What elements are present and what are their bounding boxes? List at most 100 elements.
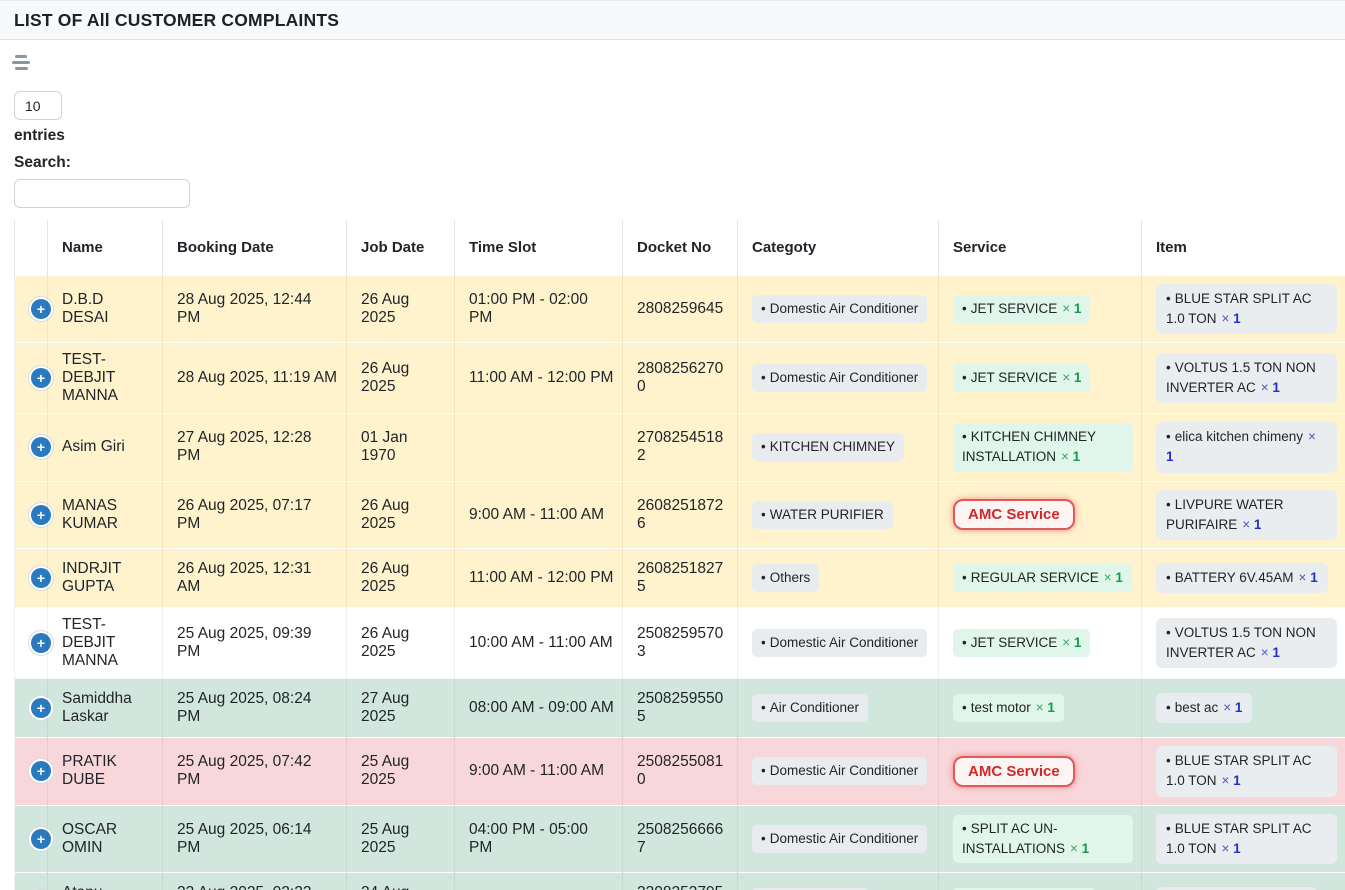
service-badge: •test motor× 1: [953, 694, 1064, 722]
service-cell: •JET SERVICE× 1: [939, 608, 1142, 679]
hamburger-bar: [15, 67, 28, 70]
bullet-icon: •: [962, 370, 967, 385]
expand-cell: +: [15, 738, 48, 806]
job-date-cell: 24 Aug 2025: [347, 873, 455, 890]
item-cell: •BLUE STAR SPLIT AC 1.0 TON× 1: [1142, 738, 1345, 806]
service-count: 1: [1074, 635, 1082, 650]
table-header: Name Booking Date Job Date Time Slot Doc…: [15, 220, 1345, 275]
bullet-icon: •: [1166, 497, 1171, 512]
name-cell: OSCAR OMIN: [48, 805, 163, 873]
category-badge: •KITCHEN CHIMNEY: [752, 433, 904, 461]
name-cell: Atanu Bhowmik: [48, 873, 163, 890]
amc-service-badge: AMC Service: [953, 499, 1075, 530]
bullet-icon: •: [761, 763, 766, 778]
entries-label: entries: [14, 127, 1345, 145]
service-cell: AMC Service: [939, 481, 1142, 549]
item-badge: •BLUE STAR SPLIT AC 1.0 TON× 1: [1156, 746, 1337, 797]
service-cell: •JET SERVICE× 1: [939, 343, 1142, 414]
bullet-icon: •: [962, 700, 967, 715]
category-badge: •Domestic Air Conditioner: [752, 825, 927, 853]
service-cell: •JET SERVICE× 1: [939, 275, 1142, 343]
complaints-table: Name Booking Date Job Date Time Slot Doc…: [14, 220, 1345, 890]
table-row: +Atanu Bhowmik23 Aug 2025, 02:23 PM24 Au…: [15, 873, 1345, 890]
booking-date-cell: 25 Aug 2025, 07:42 PM: [163, 738, 347, 806]
bullet-icon: •: [1166, 291, 1171, 306]
multiply-icon: ×: [1070, 841, 1082, 856]
multiply-icon: ×: [1299, 570, 1311, 585]
job-date-cell: 01 Jan 1970: [347, 414, 455, 482]
bullet-icon: •: [1166, 570, 1171, 585]
service-badge: •JET SERVICE× 1: [953, 364, 1090, 392]
name-cell: TEST-DEBJIT MANNA: [48, 608, 163, 679]
bullet-icon: •: [962, 429, 967, 444]
job-date-cell: 27 Aug 2025: [347, 679, 455, 738]
item-cell: •VOLTUS 1.5 TON NON INVERTER AC× 1: [1142, 343, 1345, 414]
bullet-icon: •: [761, 370, 766, 385]
bullet-icon: •: [1166, 625, 1171, 640]
category-cell: •Domestic Air Conditioner: [738, 275, 939, 343]
booking-date-cell: 25 Aug 2025, 09:39 PM: [163, 608, 347, 679]
service-badge: •JET SERVICE× 1: [953, 629, 1090, 657]
bullet-icon: •: [761, 439, 766, 454]
booking-date-cell: 25 Aug 2025, 08:24 PM: [163, 679, 347, 738]
service-count: 1: [1074, 301, 1082, 316]
hamburger-menu-icon[interactable]: [10, 55, 32, 70]
expand-cell: +: [15, 481, 48, 549]
booking-date-cell: 25 Aug 2025, 06:14 PM: [163, 805, 347, 873]
time-slot-cell: [455, 414, 623, 482]
time-slot-cell: 11:00 AM - 12:00 PM: [455, 873, 623, 890]
header-item[interactable]: Item: [1142, 220, 1345, 275]
bullet-icon: •: [962, 570, 967, 585]
booking-date-cell: 28 Aug 2025, 11:19 AM: [163, 343, 347, 414]
multiply-icon: ×: [1261, 645, 1273, 660]
multiply-icon: ×: [1261, 380, 1273, 395]
table-controls: 10 entries Search:: [14, 91, 1345, 208]
booking-date-cell: 26 Aug 2025, 12:31 AM: [163, 549, 347, 608]
bullet-icon: •: [962, 635, 967, 650]
service-count: 1: [1073, 449, 1081, 464]
header-service[interactable]: Service: [939, 220, 1142, 275]
bullet-icon: •: [761, 301, 766, 316]
page-header: LIST OF All CUSTOMER COMPLAINTS: [0, 0, 1345, 40]
job-date-cell: 26 Aug 2025: [347, 549, 455, 608]
item-count: 1: [1233, 773, 1241, 788]
header-docket-no[interactable]: Docket No: [623, 220, 738, 275]
header-booking-date[interactable]: Booking Date: [163, 220, 347, 275]
docket-no-cell: 23082537951: [623, 873, 738, 890]
docket-no-cell: 25082550810: [623, 738, 738, 806]
page-title: LIST OF All CUSTOMER COMPLAINTS: [14, 10, 339, 31]
category-cell: •Air Conditioner: [738, 679, 939, 738]
booking-date-cell: 28 Aug 2025, 12:44 PM: [163, 275, 347, 343]
header-time-slot[interactable]: Time Slot: [455, 220, 623, 275]
category-badge: •Domestic Air Conditioner: [752, 757, 927, 785]
docket-no-cell: 28082562700: [623, 343, 738, 414]
docket-no-cell: 2808259645: [623, 275, 738, 343]
item-count: 1: [1272, 645, 1280, 660]
page-length-select[interactable]: 10: [14, 91, 62, 120]
header-name[interactable]: Name: [48, 220, 163, 275]
header-job-date[interactable]: Job Date: [347, 220, 455, 275]
item-cell: •BLUE STAR SPLIT AC 1.0 TON× 1: [1142, 805, 1345, 873]
time-slot-cell: 11:00 AM - 12:00 PM: [455, 343, 623, 414]
search-input[interactable]: [14, 179, 190, 208]
item-cell: •elica kitchen chimeny× 1: [1142, 414, 1345, 482]
time-slot-cell: 9:00 AM - 11:00 AM: [455, 481, 623, 549]
job-date-cell: 26 Aug 2025: [347, 481, 455, 549]
bullet-icon: •: [1166, 429, 1171, 444]
category-cell: •Domestic Air Conditioner: [738, 343, 939, 414]
item-cell: •VOLTUS 1.5 TON NON INVERTER AC× 1: [1142, 608, 1345, 679]
multiply-icon: ×: [1062, 370, 1074, 385]
docket-no-cell: 25082595703: [623, 608, 738, 679]
table-row: +TEST-DEBJIT MANNA28 Aug 2025, 11:19 AM2…: [15, 343, 1345, 414]
service-count: 1: [1082, 841, 1090, 856]
item-badge: •VOLTUS 1.5 TON NON INVERTER AC× 1: [1156, 353, 1337, 404]
expand-cell: +: [15, 549, 48, 608]
name-cell: D.B.D DESAI: [48, 275, 163, 343]
job-date-cell: 26 Aug 2025: [347, 608, 455, 679]
item-count: 1: [1233, 311, 1241, 326]
expand-cell: +: [15, 343, 48, 414]
header-category[interactable]: Categoty: [738, 220, 939, 275]
bullet-icon: •: [1166, 360, 1171, 375]
category-cell: •Domestic Air Conditioner: [738, 608, 939, 679]
service-count: 1: [1074, 370, 1082, 385]
